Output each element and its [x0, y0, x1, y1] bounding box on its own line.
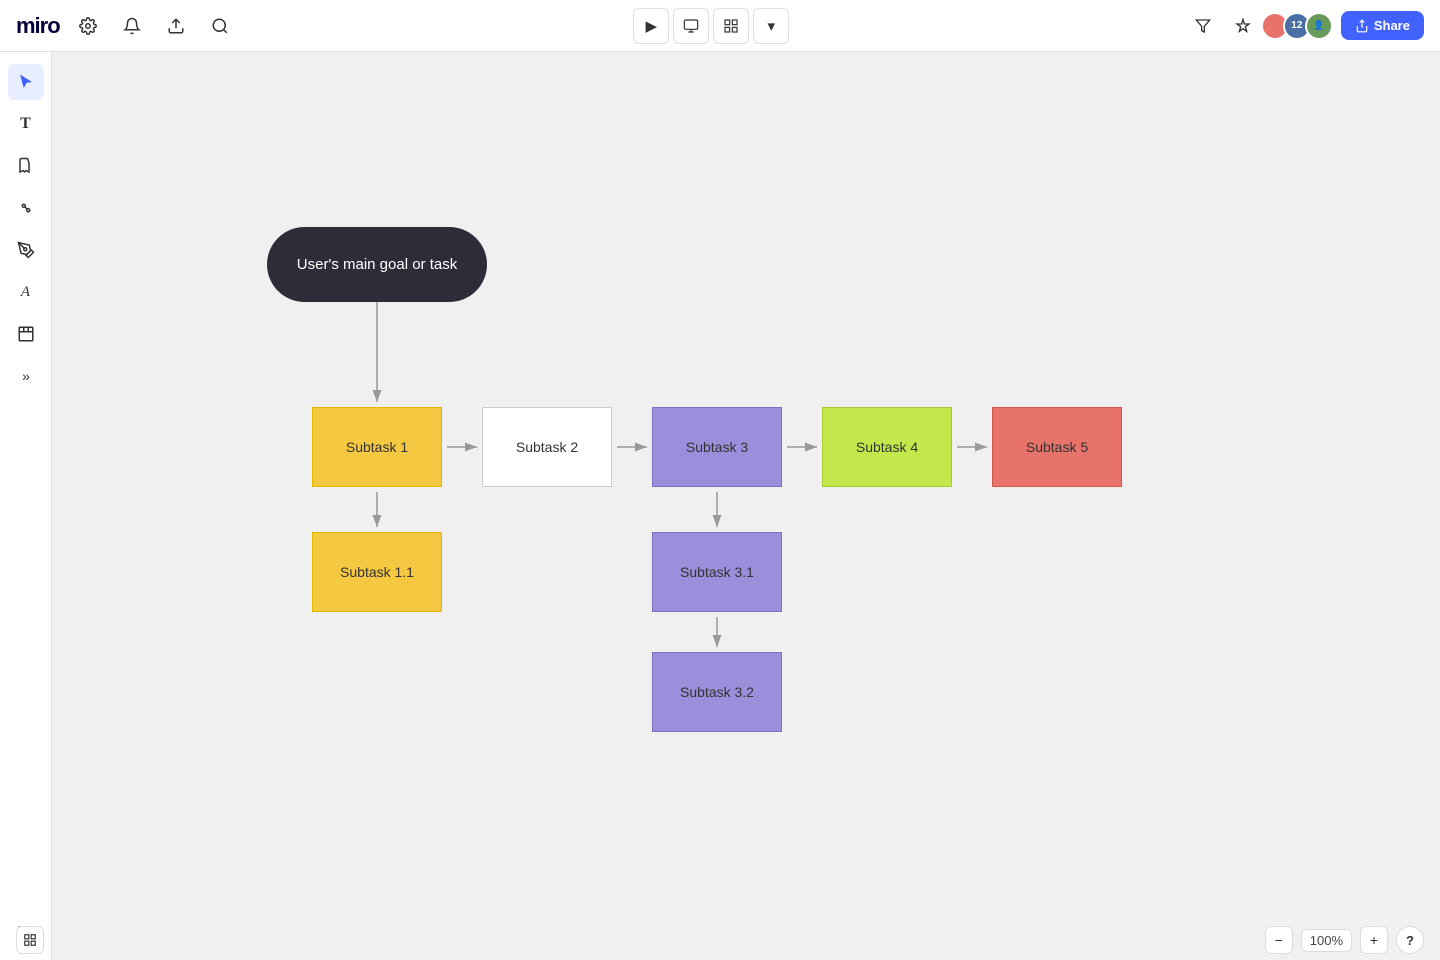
tool-select[interactable] — [8, 64, 44, 100]
tool-frame[interactable] — [8, 316, 44, 352]
zoom-level-label: 100% — [1301, 929, 1352, 952]
topbar-left: miro — [16, 10, 236, 42]
search-icon[interactable] — [204, 10, 236, 42]
avatar-2: 👤 — [1305, 12, 1333, 40]
share-button[interactable]: Share — [1341, 11, 1424, 40]
node-subtask31[interactable]: Subtask 3.1 — [652, 532, 782, 612]
tool-sticky[interactable] — [8, 148, 44, 184]
node-subtask5[interactable]: Subtask 5 — [992, 407, 1122, 487]
tool-text-style[interactable]: A — [8, 274, 44, 310]
tool-connect[interactable] — [8, 190, 44, 226]
settings-icon[interactable] — [72, 10, 104, 42]
topbar: miro ▶ ▾ 12 — [0, 0, 1440, 52]
canvas[interactable]: User's main goal or task Subtask 1 Subta… — [52, 52, 1440, 960]
bottom-left — [16, 926, 44, 954]
miro-logo: miro — [16, 13, 60, 39]
grid-button[interactable] — [713, 8, 749, 44]
topbar-right: 12 👤 Share — [1187, 10, 1424, 42]
node-subtask4[interactable]: Subtask 4 — [822, 407, 952, 487]
node-main-goal[interactable]: User's main goal or task — [267, 227, 487, 302]
diagram: User's main goal or task Subtask 1 Subta… — [52, 52, 1440, 960]
upload-icon[interactable] — [160, 10, 192, 42]
tool-more[interactable]: » — [8, 358, 44, 394]
notifications-icon[interactable] — [116, 10, 148, 42]
filter-icon[interactable] — [1187, 10, 1219, 42]
node-subtask2[interactable]: Subtask 2 — [482, 407, 612, 487]
node-subtask32[interactable]: Subtask 3.2 — [652, 652, 782, 732]
left-sidebar: T A » — [0, 52, 52, 960]
help-button[interactable]: ? — [1396, 926, 1424, 954]
present-button[interactable] — [673, 8, 709, 44]
tool-pen[interactable] — [8, 232, 44, 268]
zoom-out-button[interactable]: − — [1265, 926, 1293, 954]
bottom-right: − 100% + ? — [1265, 926, 1424, 954]
node-subtask11[interactable]: Subtask 1.1 — [312, 532, 442, 612]
arrows-overlay — [52, 52, 1440, 960]
topbar-center: ▶ ▾ — [633, 8, 789, 44]
board-overview-button[interactable] — [16, 926, 44, 954]
play-button[interactable]: ▶ — [633, 8, 669, 44]
avatar-group: 12 👤 — [1267, 12, 1333, 40]
magic-icon[interactable] — [1227, 10, 1259, 42]
dropdown-button[interactable]: ▾ — [753, 8, 789, 44]
node-subtask3[interactable]: Subtask 3 — [652, 407, 782, 487]
zoom-in-button[interactable]: + — [1360, 926, 1388, 954]
node-subtask1[interactable]: Subtask 1 — [312, 407, 442, 487]
tool-text[interactable]: T — [8, 106, 44, 142]
